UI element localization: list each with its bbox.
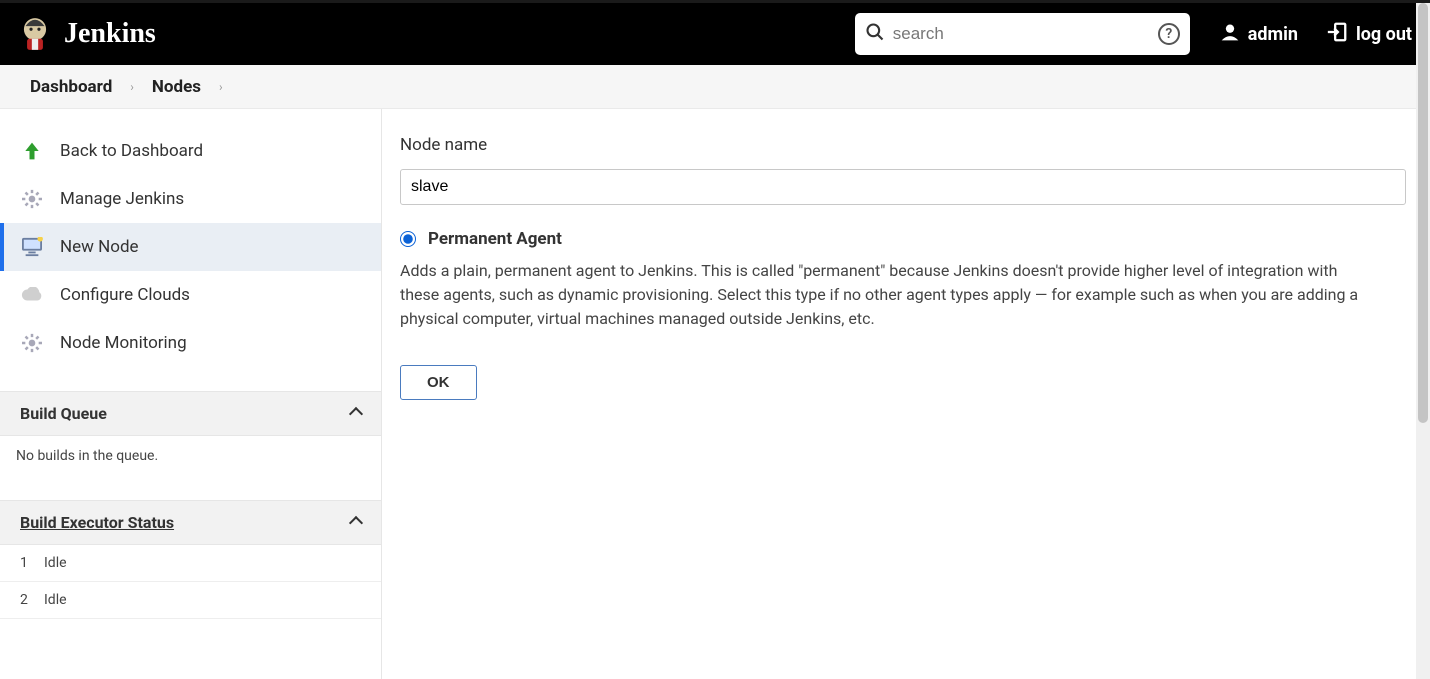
jenkins-logo-icon bbox=[18, 14, 52, 54]
executor-num: 2 bbox=[20, 592, 32, 608]
gear-icon bbox=[20, 187, 44, 211]
agent-type-radio[interactable] bbox=[400, 231, 416, 247]
chevron-right-icon: › bbox=[219, 80, 223, 94]
brand[interactable]: Jenkins bbox=[18, 14, 156, 54]
build-queue-header[interactable]: Build Queue bbox=[0, 391, 381, 436]
node-name-input[interactable] bbox=[400, 169, 1406, 205]
logout-icon bbox=[1326, 21, 1348, 48]
sidebar-item-new-node[interactable]: New Node bbox=[0, 223, 381, 271]
ok-button[interactable]: OK bbox=[400, 365, 477, 400]
sidebar-item-label: Node Monitoring bbox=[60, 333, 187, 353]
search-input[interactable] bbox=[893, 24, 1150, 44]
executor-row: 1 Idle bbox=[0, 545, 381, 582]
breadcrumb-item-nodes[interactable]: Nodes bbox=[152, 77, 201, 97]
user-icon bbox=[1220, 22, 1240, 47]
scrollbar[interactable] bbox=[1416, 3, 1430, 679]
sidebar-item-label: Back to Dashboard bbox=[60, 141, 203, 161]
chevron-up-icon bbox=[351, 513, 361, 532]
executor-status-title: Build Executor Status bbox=[20, 513, 174, 532]
executor-status-header[interactable]: Build Executor Status bbox=[0, 500, 381, 545]
arrow-up-green-icon bbox=[20, 139, 44, 163]
chevron-right-icon: › bbox=[130, 80, 134, 94]
agent-type-description: Adds a plain, permanent agent to Jenkins… bbox=[400, 259, 1380, 331]
node-name-label: Node name bbox=[400, 135, 1406, 155]
sidebar: Back to Dashboard Manage Jenkins New Nod… bbox=[0, 109, 382, 679]
top-bar: Jenkins ? admin bbox=[0, 0, 1430, 65]
breadcrumb-item-dashboard[interactable]: Dashboard bbox=[30, 77, 112, 97]
breadcrumb: Dashboard › Nodes › bbox=[0, 65, 1430, 109]
help-icon[interactable]: ? bbox=[1158, 23, 1180, 45]
monitor-icon bbox=[20, 235, 44, 259]
sidebar-item-label: Manage Jenkins bbox=[60, 189, 184, 209]
sidebar-item-configure-clouds[interactable]: Configure Clouds bbox=[0, 271, 381, 319]
logout-link[interactable]: log out bbox=[1326, 21, 1412, 48]
executor-state: Idle bbox=[44, 592, 67, 608]
executor-state: Idle bbox=[44, 555, 67, 571]
sidebar-item-node-monitoring[interactable]: Node Monitoring bbox=[0, 319, 381, 367]
cloud-icon bbox=[20, 283, 44, 307]
search-box[interactable]: ? bbox=[855, 13, 1190, 55]
search-icon bbox=[865, 22, 885, 46]
user-label: admin bbox=[1248, 24, 1298, 45]
agent-type-label[interactable]: Permanent Agent bbox=[428, 229, 562, 249]
sidebar-item-manage-jenkins[interactable]: Manage Jenkins bbox=[0, 175, 381, 223]
sidebar-item-label: Configure Clouds bbox=[60, 285, 190, 305]
build-queue-body: No builds in the queue. bbox=[0, 436, 381, 476]
logout-label: log out bbox=[1356, 24, 1412, 45]
brand-title: Jenkins bbox=[64, 18, 156, 50]
build-queue-title: Build Queue bbox=[20, 404, 107, 423]
chevron-up-icon bbox=[351, 404, 361, 423]
user-link[interactable]: admin bbox=[1220, 22, 1298, 47]
sidebar-item-back-to-dashboard[interactable]: Back to Dashboard bbox=[0, 127, 381, 175]
sidebar-item-label: New Node bbox=[60, 237, 139, 257]
main-content: Node name Permanent Agent Adds a plain, … bbox=[382, 109, 1430, 679]
build-queue-empty: No builds in the queue. bbox=[16, 448, 158, 464]
executor-row: 2 Idle bbox=[0, 582, 381, 619]
executor-num: 1 bbox=[20, 555, 32, 571]
gear-icon bbox=[20, 331, 44, 355]
